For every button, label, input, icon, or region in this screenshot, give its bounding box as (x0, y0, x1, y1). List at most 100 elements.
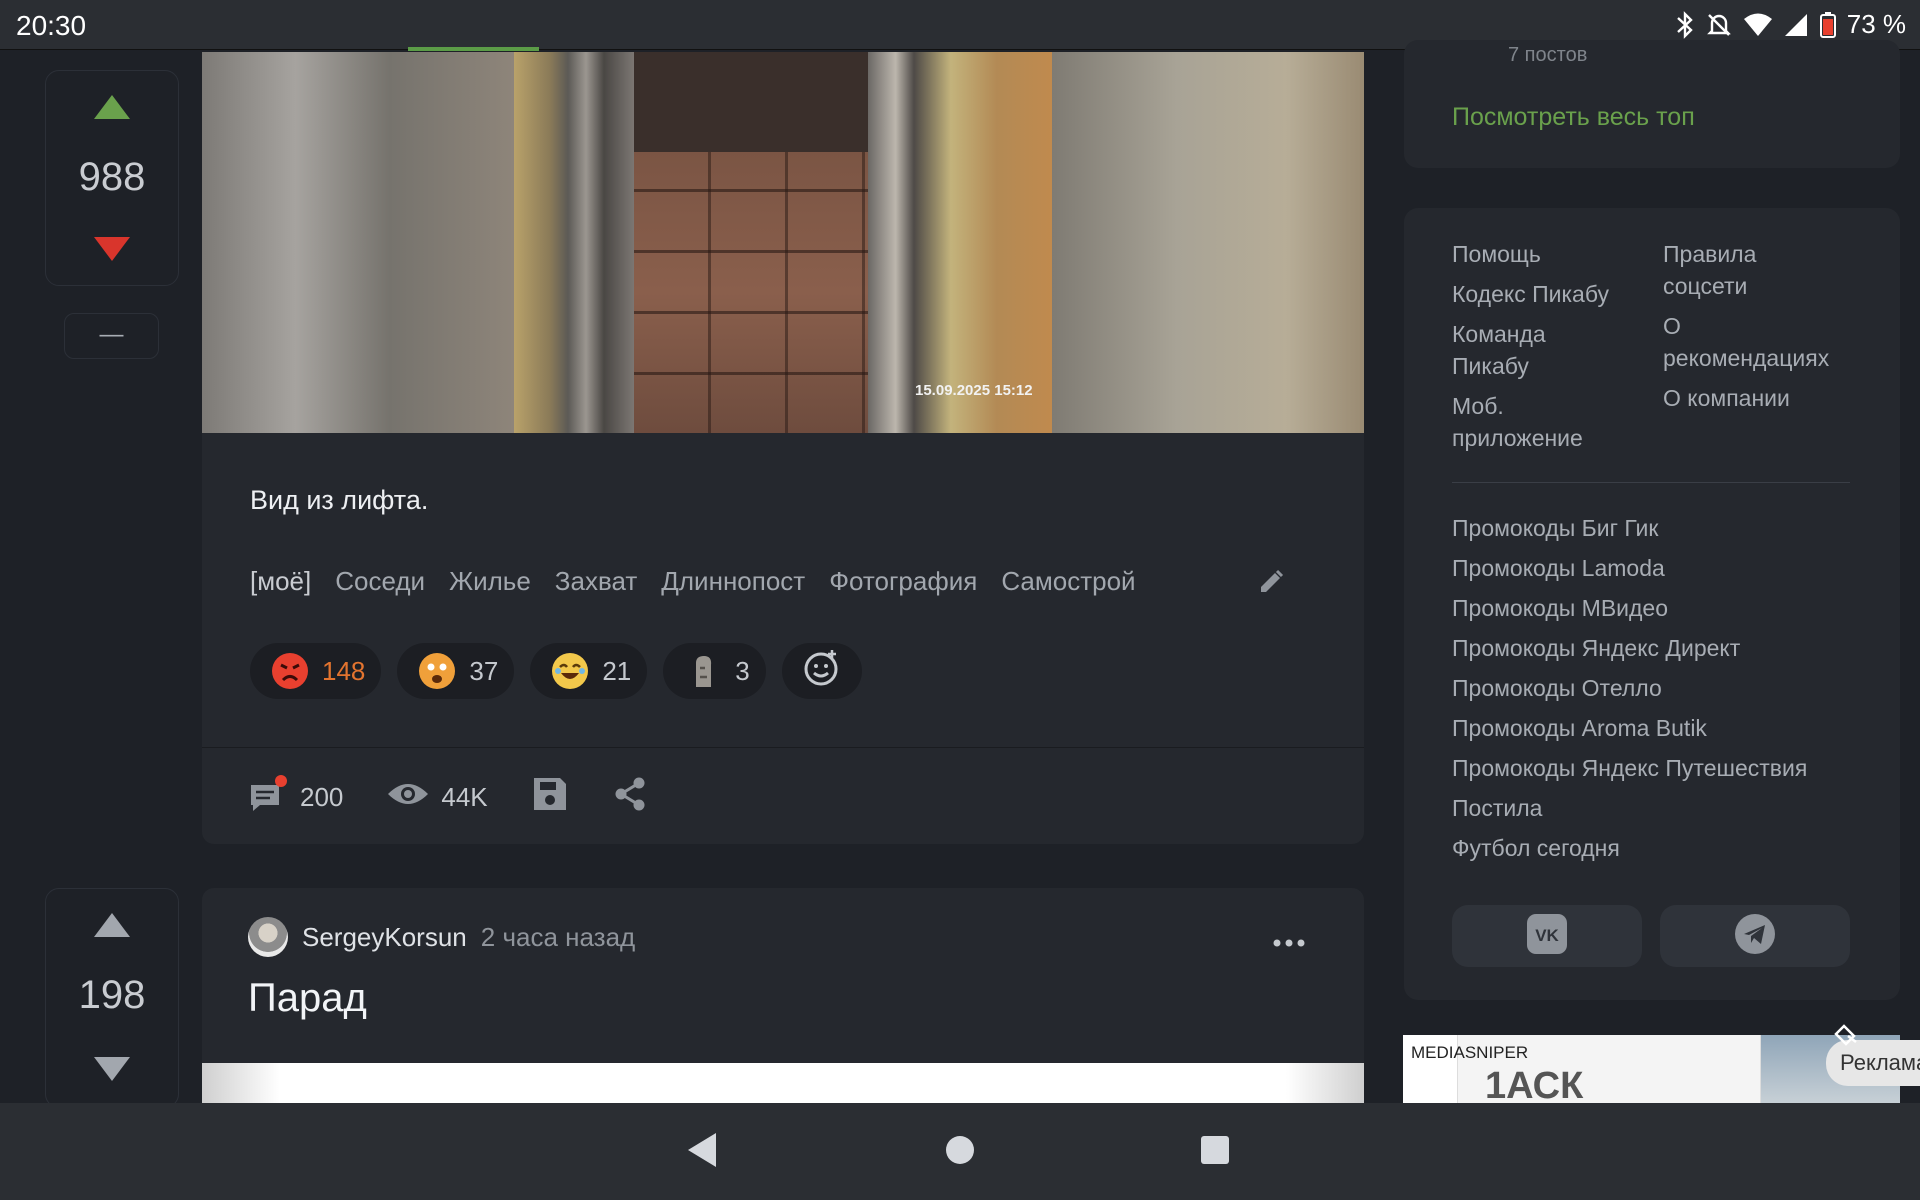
promo-links: Промокоды Биг Гик Промокоды Lamoda Промо… (1452, 512, 1807, 872)
post-text: Вид из лифта. (250, 485, 429, 515)
moai-icon (685, 653, 721, 689)
promo-link[interactable]: Промокоды Яндекс Путешествия (1452, 752, 1807, 792)
promo-link[interactable]: Промокоды Отелло (1452, 672, 1807, 712)
reaction-moai[interactable]: 3 (663, 643, 766, 699)
photo-blur-left (202, 52, 514, 433)
battery-percent: 73 % (1846, 9, 1906, 39)
comments-button[interactable]: 200 (248, 774, 343, 821)
save-button[interactable] (532, 776, 568, 819)
footer-link[interactable]: Команда Пикабу (1452, 318, 1592, 382)
shocked-face-icon (419, 653, 456, 689)
tag[interactable]: Жилье (449, 566, 531, 597)
footer-link[interactable]: О компании (1663, 382, 1863, 414)
ad-logo: 1АСК (1485, 1065, 1584, 1103)
reaction-laughing[interactable]: 21 (530, 643, 648, 699)
footer-link[interactable]: Помощь (1452, 238, 1652, 270)
page-load-progress (408, 47, 539, 51)
comments-icon (248, 774, 288, 821)
recents-icon[interactable] (1200, 1133, 1230, 1172)
promo-link[interactable]: Промокоды Aroma Butik (1452, 712, 1807, 752)
views-indicator: 44K (387, 779, 488, 816)
tag[interactable]: Самострой (1001, 566, 1135, 597)
see-all-top-link[interactable]: Посмотреть весь топ (1452, 103, 1695, 132)
minus-button[interactable]: — (64, 313, 159, 359)
post-photo[interactable] (202, 1063, 1364, 1103)
photo-door-right (868, 52, 1052, 433)
post-actions: 200 44K (248, 774, 648, 821)
status-time: 20:30 (16, 10, 87, 41)
upvote-button[interactable] (94, 95, 130, 124)
photo-floor (634, 152, 868, 433)
post-rating: 988 (45, 70, 179, 286)
telegram-icon (1735, 913, 1775, 959)
bell-off-icon (1705, 11, 1733, 39)
system-icons: 73 % (1675, 9, 1906, 40)
vk-icon: VK (1527, 913, 1567, 959)
add-reaction-button[interactable] (781, 643, 862, 699)
system-nav-bar (0, 1103, 1920, 1200)
edit-tags-icon[interactable] (1257, 568, 1285, 601)
signal-icon (1783, 12, 1809, 38)
reaction-angry[interactable]: 148 (250, 643, 382, 699)
reaction-count: 21 (602, 655, 632, 686)
tag[interactable]: Захват (555, 566, 637, 597)
rating-score: 198 (78, 973, 146, 1017)
promo-link[interactable]: Футбол сегодня (1452, 832, 1807, 872)
avatar[interactable] (248, 917, 288, 957)
post-rating: 198 (45, 888, 179, 1108)
home-icon[interactable] (945, 1133, 975, 1172)
reaction-count: 3 (735, 655, 750, 686)
reactions-bar: 148 37 21 3 (250, 643, 862, 699)
telegram-button[interactable] (1660, 905, 1850, 967)
post-photo[interactable]: 15.09.2025 15:12 (202, 52, 1364, 433)
promo-link[interactable]: Промокоды Яндекс Директ (1452, 632, 1807, 672)
back-icon[interactable] (688, 1133, 718, 1172)
battery-icon (1819, 11, 1837, 39)
svg-text:VK: VK (1535, 926, 1559, 945)
tag[interactable]: Длиннопост (661, 566, 805, 597)
sidebar-divider (1452, 482, 1850, 483)
promo-link[interactable]: Промокоды МВидео (1452, 592, 1807, 632)
author-name[interactable]: SergeyKorsun (302, 922, 467, 953)
rating-score: 988 (78, 155, 146, 199)
promo-link[interactable]: Промокоды Lamoda (1452, 552, 1807, 592)
ad-close-icon[interactable] (1832, 1022, 1860, 1051)
footer-link[interactable]: Моб. приложение (1452, 390, 1612, 454)
vk-button[interactable]: VK (1452, 905, 1642, 967)
tag[interactable]: Фотография (829, 566, 977, 597)
reaction-shocked[interactable]: 37 (397, 643, 515, 699)
footer-link[interactable]: О рекомендациях (1663, 310, 1853, 374)
bluetooth-icon (1675, 10, 1695, 39)
photo-door-left (514, 52, 634, 433)
tag[interactable]: [моё] (250, 566, 311, 597)
share-button[interactable] (612, 776, 648, 819)
post-time: 2 часа назад (480, 921, 636, 952)
ad-banner[interactable]: 1АСК MEDIASNIPER (1403, 1035, 1900, 1103)
post-footer-divider (202, 747, 1364, 748)
add-emoji-icon (802, 648, 842, 695)
reaction-count: 37 (469, 655, 499, 686)
promo-link[interactable]: Постила (1452, 792, 1807, 832)
more-options-icon[interactable] (1272, 922, 1306, 956)
downvote-button[interactable] (94, 1057, 130, 1086)
post-title[interactable]: Парад (248, 976, 367, 1021)
post-tags: [моё] Соседи Жилье Захват Длиннопост Фот… (250, 566, 1136, 597)
tag[interactable]: Соседи (335, 566, 425, 597)
comments-count: 200 (300, 782, 344, 812)
save-icon (532, 776, 568, 819)
top-posts-count: 7 постов (1508, 44, 1588, 66)
footer-link[interactable]: Правила соцсети (1663, 238, 1793, 302)
reaction-count: 148 (322, 655, 366, 686)
links-right: Правила соцсети О рекомендациях О компан… (1663, 238, 1863, 422)
eye-icon (387, 779, 429, 816)
upvote-button[interactable] (94, 913, 130, 942)
ad-label: MEDIASNIPER (1411, 1043, 1529, 1062)
downvote-button[interactable] (94, 237, 130, 266)
promo-link[interactable]: Промокоды Биг Гик (1452, 512, 1807, 552)
photo-timestamp: 15.09.2025 15:12 (915, 382, 1033, 399)
wifi-icon (1743, 12, 1773, 38)
laughing-face-icon (552, 653, 589, 689)
angry-face-icon (272, 653, 308, 689)
footer-link[interactable]: Кодекс Пикабу (1452, 278, 1652, 310)
links-left: Помощь Кодекс Пикабу Команда Пикабу Моб.… (1452, 238, 1652, 462)
